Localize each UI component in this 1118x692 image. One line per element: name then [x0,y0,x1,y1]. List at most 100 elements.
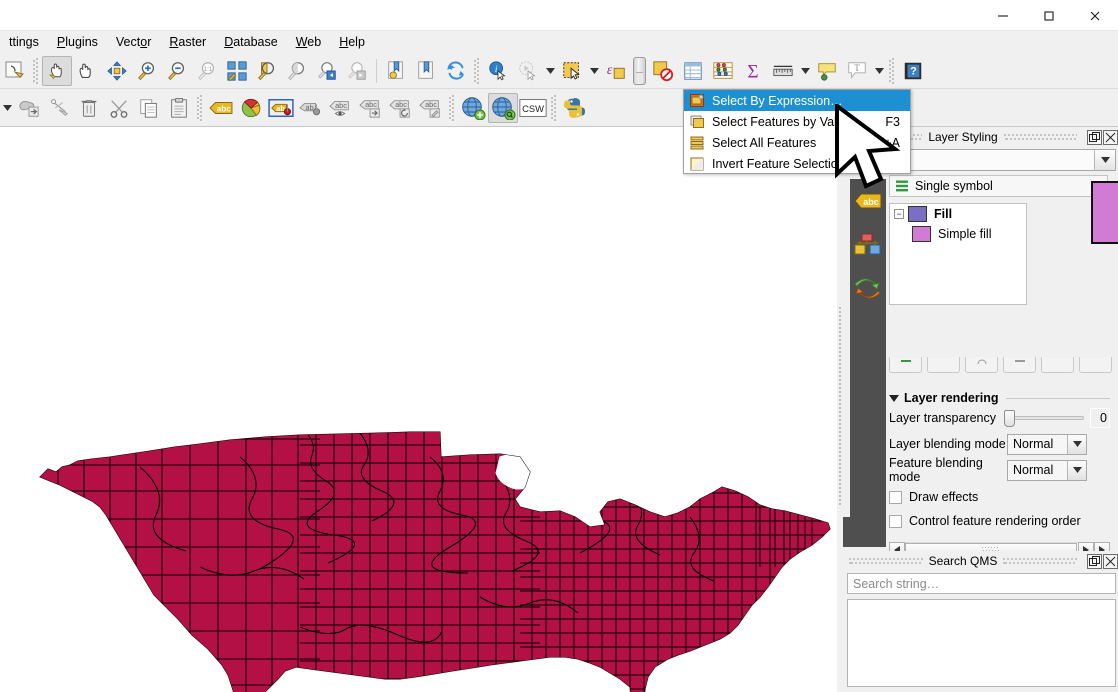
text-annotation-icon[interactable]: T [842,56,872,86]
chevron-down-icon[interactable] [1067,434,1086,454]
field-calculator-icon[interactable] [708,56,738,86]
menu-help[interactable]: Help [330,33,374,51]
chevron-down-icon[interactable] [1067,460,1086,480]
chevron-down-icon[interactable] [1094,150,1115,170]
pan-map-to-selection-icon[interactable] [42,55,72,86]
lock-layer-colors-button[interactable] [965,357,998,373]
python-console-icon[interactable] [560,93,590,123]
add-symbol-layer-button[interactable] [889,357,922,373]
zoom-to-layer-icon[interactable] [282,56,312,86]
toolbar-gripper-5[interactable] [448,94,456,121]
identify-features-icon[interactable]: i [483,56,513,86]
help-contents-icon[interactable]: ? [898,56,928,86]
delete-selected-icon[interactable] [74,93,104,123]
close-panel-icon[interactable] [1103,129,1118,145]
show-bookmarks-icon[interactable] [411,56,441,86]
rotate-label-icon[interactable]: abc [386,93,416,123]
tree-row[interactable]: Simple fill [890,224,1026,244]
menu-vector[interactable]: Vector [107,33,160,51]
toolbar-slider[interactable] [633,56,646,85]
zoom-last-icon[interactable] [312,56,342,86]
float-panel-icon[interactable] [1087,553,1103,569]
zoom-next-icon[interactable] [342,56,372,86]
search-qms-icon[interactable] [488,92,518,123]
qms-results-list[interactable] [847,599,1116,687]
select-features-dropdown[interactable] [587,56,601,86]
run-feature-action-dropdown[interactable] [543,56,557,86]
measure-line-icon[interactable] [768,56,798,86]
move-down-symbol-layer-button[interactable] [1079,357,1112,373]
node-tool-icon[interactable] [44,93,74,123]
map-tips-icon[interactable] [812,56,842,86]
highlight-pinned-labels-icon[interactable]: ab [266,93,296,123]
advanced-digitizing-dropdown[interactable] [0,93,14,123]
us-counties-map[interactable] [0,127,837,692]
select-features-icon[interactable] [557,56,587,86]
duplicate-symbol-layer-button[interactable] [1003,357,1036,373]
open-attribute-table-icon[interactable] [678,56,708,86]
layer-labeling-options-icon[interactable]: abc [206,93,236,123]
move-label-icon[interactable]: abc [356,93,386,123]
change-label-icon[interactable]: abc [416,93,446,123]
symbol-layer-tree[interactable]: − Fill Simple fill [889,203,1027,305]
zoom-full-icon[interactable] [102,56,132,86]
refresh-icon[interactable] [441,56,471,86]
menu-web[interactable]: Web [287,33,330,51]
tree-row[interactable]: − Fill [890,204,1026,224]
collapse-icon[interactable]: − [894,209,904,219]
run-feature-action-icon[interactable] [513,56,543,86]
maximize-button[interactable] [1026,0,1072,31]
measure-dropdown[interactable] [798,56,812,86]
menu-plugins[interactable]: Plugins [48,33,107,51]
menu-item-select-by-expression[interactable]: Select By Expression… [684,90,910,111]
layer-transparency-value[interactable]: 0 [1089,408,1110,428]
zoom-native-icon[interactable]: 1:1 [192,56,222,86]
menu-database[interactable]: Database [215,33,287,51]
add-feature-icon[interactable] [14,93,44,123]
toolbar-gripper[interactable] [32,57,40,84]
deselect-features-icon[interactable] [648,56,678,86]
draw-effects-checkbox[interactable] [889,490,902,504]
layer-rendering-header[interactable]: Layer rendering [889,391,1110,405]
remove-symbol-layer-button[interactable] [927,357,960,373]
labels-tab[interactable]: abc [850,179,886,223]
move-up-symbol-layer-button[interactable] [1041,357,1074,373]
menu-item-invert-feature-selection[interactable]: Invert Feature Selection [684,153,910,174]
pan-map-icon[interactable] [72,56,102,86]
zoom-full-extent-icon[interactable] [222,56,252,86]
close-panel-icon[interactable] [1103,553,1118,569]
copy-features-icon[interactable] [134,93,164,123]
close-button[interactable] [1072,0,1118,31]
control-rendering-order-checkbox[interactable] [889,514,902,528]
slider-handle[interactable] [1004,410,1015,427]
show-hide-labels-icon[interactable]: abc [326,93,356,123]
menu-item-select-features-by-value[interactable]: Select Features by Value… F3 [684,111,910,132]
cut-features-icon[interactable] [104,93,134,123]
layer-transparency-slider[interactable] [1004,410,1084,427]
toolbar-gripper-3[interactable] [888,57,896,84]
layer-blending-combo[interactable]: Normal [1007,433,1087,455]
toolbar-gripper-6[interactable] [550,94,558,121]
toolbar-gripper-2[interactable] [473,57,481,84]
caret-down-icon[interactable] [889,391,899,405]
zoom-out-icon[interactable] [162,56,192,86]
touch-zoom-icon[interactable] [0,56,30,86]
map-canvas[interactable] [0,127,837,692]
zoom-in-icon[interactable] [132,56,162,86]
control-rendering-order-row[interactable]: Control feature rendering order [889,509,1110,533]
feature-blending-combo[interactable]: Normal [1007,459,1087,481]
add-wms-layer-icon[interactable] [458,93,488,123]
qms-search-input[interactable]: Search string… [847,573,1116,594]
select-by-expression-icon[interactable]: ε [601,56,631,86]
renderer-combo[interactable]: Single symbol [889,175,1108,197]
menu-item-select-all-features[interactable]: Select All Features Ctrl+A [684,132,910,153]
layer-diagram-options-icon[interactable] [236,93,266,123]
minimize-button[interactable] [980,0,1026,31]
paste-features-icon[interactable] [164,93,194,123]
draw-effects-row[interactable]: Draw effects [889,485,1110,509]
text-annotation-dropdown[interactable] [872,56,886,86]
new-bookmark-icon[interactable] [381,56,411,86]
menu-raster[interactable]: Raster [160,33,215,51]
zoom-to-selection-icon[interactable] [252,56,282,86]
float-panel-icon[interactable] [1087,129,1102,145]
